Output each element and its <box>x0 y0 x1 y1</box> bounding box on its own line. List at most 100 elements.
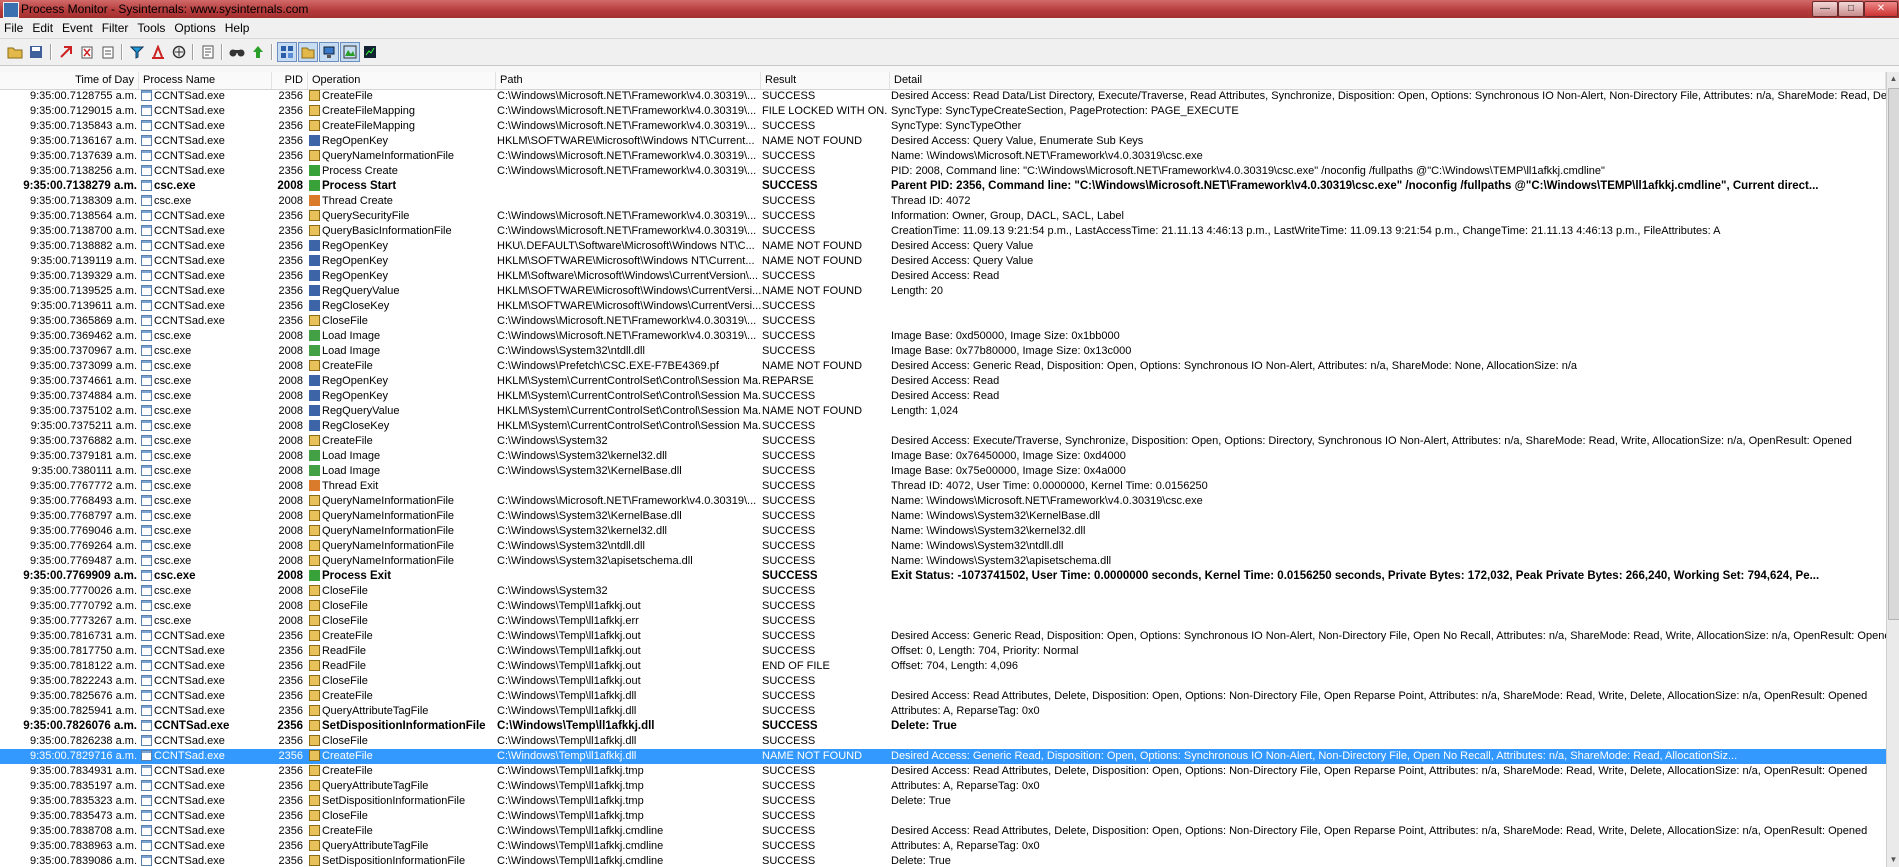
open-icon[interactable] <box>6 43 24 61</box>
table-row[interactable]: 9:35:00.7826238 a.m. CCNTSad.exe 2356 Close… <box>0 734 1886 749</box>
table-row[interactable]: 9:35:00.7817750 a.m. CCNTSad.exe 2356 ReadF… <box>0 644 1886 659</box>
registry-icon[interactable] <box>277 42 297 62</box>
column-operation[interactable]: Operation <box>308 72 496 89</box>
table-row[interactable]: 9:35:00.7138882 a.m. CCNTSad.exe 2356 RegOp… <box>0 239 1886 254</box>
table-row[interactable]: 9:35:00.7838708 a.m. CCNTSad.exe 2356 Creat… <box>0 824 1886 839</box>
process-name: CCNTSad.exe <box>154 120 225 132</box>
scroll-thumb[interactable] <box>1888 88 1899 620</box>
result-cell: FILE LOCKED WITH ON... <box>762 105 888 117</box>
table-row[interactable]: 9:35:00.7835197 a.m. CCNTSad.exe 2356 Query… <box>0 779 1886 794</box>
table-row[interactable]: 9:35:00.7139329 a.m. CCNTSad.exe 2356 RegOp… <box>0 269 1886 284</box>
table-row[interactable]: 9:35:00.7770792 a.m. csc.exe 2008 CloseFile… <box>0 599 1886 614</box>
table-row[interactable]: 9:35:00.7767772 a.m. csc.exe 2008 Thread Ex… <box>0 479 1886 494</box>
column-result[interactable]: Result <box>761 72 890 89</box>
table-row[interactable]: 9:35:00.7374884 a.m. csc.exe 2008 RegOpenKe… <box>0 389 1886 404</box>
table-row[interactable]: 9:35:00.7773267 a.m. csc.exe 2008 CloseFile… <box>0 614 1886 629</box>
table-row[interactable]: 9:35:00.7769046 a.m. csc.exe 2008 QueryName… <box>0 524 1886 539</box>
maximize-button[interactable]: □ <box>1838 1 1864 17</box>
menu-edit[interactable]: Edit <box>28 18 58 38</box>
vertical-scrollbar[interactable]: ▲ ▼ <box>1886 72 1899 867</box>
table-row[interactable]: 9:35:00.7768493 a.m. csc.exe 2008 QueryName… <box>0 494 1886 509</box>
table-row[interactable]: 9:35:00.7829716 a.m. CCNTSad.exe 2356 Creat… <box>0 749 1886 764</box>
highlight-icon[interactable] <box>149 43 167 61</box>
table-row[interactable]: 9:35:00.7838963 a.m. CCNTSad.exe 2356 Query… <box>0 839 1886 854</box>
table-row[interactable]: 9:35:00.7839086 a.m. CCNTSad.exe 2356 SetDi… <box>0 854 1886 867</box>
table-row[interactable]: 9:35:00.7375211 a.m. csc.exe 2008 RegCloseK… <box>0 419 1886 434</box>
menu-filter[interactable]: Filter <box>98 18 134 38</box>
operation-name: CreateFile <box>322 765 373 777</box>
table-row[interactable]: 9:35:00.7379181 a.m. csc.exe 2008 Load Imag… <box>0 449 1886 464</box>
table-row[interactable]: 9:35:00.7139611 a.m. CCNTSad.exe 2356 RegCl… <box>0 299 1886 314</box>
table-row[interactable]: 9:35:00.7826076 a.m. CCNTSad.exe 2356 SetDi… <box>0 719 1886 734</box>
scroll-up-icon[interactable]: ▲ <box>1887 72 1899 86</box>
process-icon[interactable] <box>340 42 360 62</box>
column-path[interactable]: Path <box>496 72 761 89</box>
column-detail[interactable]: Detail <box>890 72 1886 89</box>
table-row[interactable]: 9:35:00.7769909 a.m. csc.exe 2008 Process E… <box>0 569 1886 584</box>
table-row[interactable]: 9:35:00.7376882 a.m. csc.exe 2008 CreateFil… <box>0 434 1886 449</box>
table-row[interactable]: 9:35:00.7138309 a.m. csc.exe 2008 Thread Cr… <box>0 194 1886 209</box>
profiling-icon[interactable] <box>361 43 379 61</box>
table-row[interactable]: 9:35:00.7818122 a.m. CCNTSad.exe 2356 ReadF… <box>0 659 1886 674</box>
table-row[interactable]: 9:35:00.7369462 a.m. csc.exe 2008 Load Imag… <box>0 329 1886 344</box>
menu-tools[interactable]: Tools <box>133 18 170 38</box>
menu-file[interactable]: File <box>0 18 28 38</box>
filesystem-icon[interactable] <box>298 42 318 62</box>
jump-to-icon[interactable] <box>249 43 267 61</box>
table-row[interactable]: 9:35:00.7375102 a.m. csc.exe 2008 RegQueryV… <box>0 404 1886 419</box>
table-row[interactable]: 9:35:00.7139119 a.m. CCNTSad.exe 2356 RegOp… <box>0 254 1886 269</box>
filter-icon[interactable] <box>128 43 146 61</box>
operation-cell: CreateFile <box>309 824 494 839</box>
table-row[interactable]: 9:35:00.7138700 a.m. CCNTSad.exe 2356 Query… <box>0 224 1886 239</box>
table-row[interactable]: 9:35:00.7365869 a.m. CCNTSad.exe 2356 Close… <box>0 314 1886 329</box>
table-row[interactable]: 9:35:00.7835473 a.m. CCNTSad.exe 2356 Close… <box>0 809 1886 824</box>
table-row[interactable]: 9:35:00.7374661 a.m. csc.exe 2008 RegOpenKe… <box>0 374 1886 389</box>
operation-name: CloseFile <box>322 615 368 627</box>
table-row[interactable]: 9:35:00.7834931 a.m. CCNTSad.exe 2356 Creat… <box>0 764 1886 779</box>
capture-icon[interactable] <box>99 43 117 61</box>
column-pid[interactable]: PID <box>272 72 308 89</box>
autoscroll-icon[interactable] <box>57 43 75 61</box>
table-row[interactable]: 9:35:00.7373099 a.m. csc.exe 2008 CreateFil… <box>0 359 1886 374</box>
table-row[interactable]: 9:35:00.7768797 a.m. csc.exe 2008 QueryName… <box>0 509 1886 524</box>
table-row[interactable]: 9:35:00.7138564 a.m. CCNTSad.exe 2356 Query… <box>0 209 1886 224</box>
table-row[interactable]: 9:35:00.7370967 a.m. csc.exe 2008 Load Imag… <box>0 344 1886 359</box>
save-icon[interactable] <box>27 43 45 61</box>
table-row[interactable]: 9:35:00.7128755 a.m. CCNTSad.exe 2356 Creat… <box>0 89 1886 104</box>
table-row[interactable]: 9:35:00.7139525 a.m. CCNTSad.exe 2356 RegQu… <box>0 284 1886 299</box>
table-row[interactable]: 9:35:00.7380111 a.m. csc.exe 2008 Load Imag… <box>0 464 1886 479</box>
include-icon[interactable] <box>170 43 188 61</box>
menu-help[interactable]: Help <box>221 18 255 38</box>
table-row[interactable]: 9:35:00.7135843 a.m. CCNTSad.exe 2356 Creat… <box>0 119 1886 134</box>
table-row[interactable]: 9:35:00.7816731 a.m. CCNTSad.exe 2356 Creat… <box>0 629 1886 644</box>
table-row[interactable]: 9:35:00.7825676 a.m. CCNTSad.exe 2356 Creat… <box>0 689 1886 704</box>
operation-cell: CloseFile <box>309 809 494 824</box>
operation-name: CloseFile <box>322 315 368 327</box>
table-row[interactable]: 9:35:00.7137639 a.m. CCNTSad.exe 2356 Query… <box>0 149 1886 164</box>
table-row[interactable]: 9:35:00.7769264 a.m. csc.exe 2008 QueryName… <box>0 539 1886 554</box>
find-icon[interactable] <box>228 43 246 61</box>
table-row[interactable]: 9:35:00.7825941 a.m. CCNTSad.exe 2356 Query… <box>0 704 1886 719</box>
properties-icon[interactable] <box>199 43 217 61</box>
table-row[interactable]: 9:35:00.7822243 a.m. CCNTSad.exe 2356 Close… <box>0 674 1886 689</box>
table-row[interactable]: 9:35:00.7138256 a.m. CCNTSad.exe 2356 Proce… <box>0 164 1886 179</box>
table-row[interactable]: 9:35:00.7770026 a.m. csc.exe 2008 CloseFile… <box>0 584 1886 599</box>
detail-cell: Exit Status: -1073741502, User Time: 0.0… <box>891 570 1820 582</box>
scroll-down-icon[interactable]: ▼ <box>1887 853 1899 867</box>
event-list[interactable]: 9:35:00.7128755 a.m. CCNTSad.exe 2356 Creat… <box>0 89 1899 867</box>
table-row[interactable]: 9:35:00.7138279 a.m. csc.exe 2008 Process S… <box>0 179 1886 194</box>
operation-cell: QueryAttributeTagFile <box>309 779 494 794</box>
time-cell: 9:35:00.7769909 a.m. <box>23 570 137 582</box>
table-row[interactable]: 9:35:00.7136167 a.m. CCNTSad.exe 2356 RegOp… <box>0 134 1886 149</box>
clear-icon[interactable] <box>78 43 96 61</box>
column-process[interactable]: Process Name <box>139 72 272 89</box>
menu-options[interactable]: Options <box>170 18 220 38</box>
menu-event[interactable]: Event <box>58 18 98 38</box>
table-row[interactable]: 9:35:00.7835323 a.m. CCNTSad.exe 2356 SetDi… <box>0 794 1886 809</box>
table-row[interactable]: 9:35:00.7129015 a.m. CCNTSad.exe 2356 Creat… <box>0 104 1886 119</box>
column-time[interactable]: Time of Day <box>0 72 139 89</box>
close-button[interactable]: ✕ <box>1864 1 1898 17</box>
network-icon[interactable] <box>319 42 339 62</box>
minimize-button[interactable]: — <box>1812 1 1838 17</box>
table-row[interactable]: 9:35:00.7769487 a.m. csc.exe 2008 QueryName… <box>0 554 1886 569</box>
